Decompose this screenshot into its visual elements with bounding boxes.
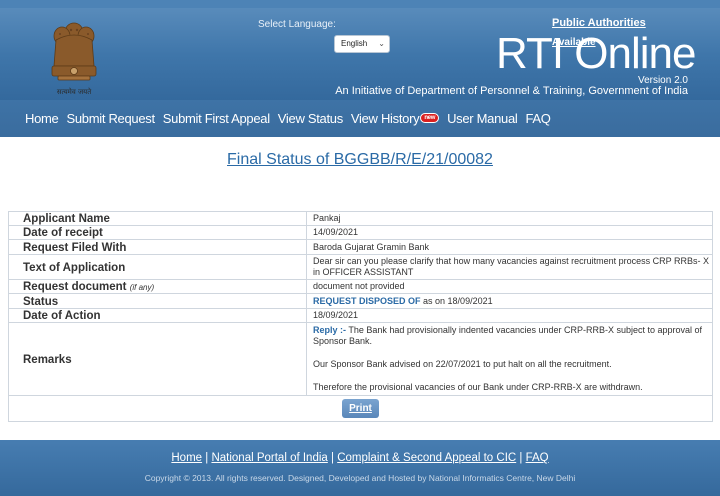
print-button[interactable]: Print (342, 399, 379, 418)
nav-user-manual[interactable]: User Manual (447, 111, 518, 126)
remarks-label: Remarks (8, 322, 307, 396)
date-of-receipt-label: Date of receipt (8, 225, 307, 240)
request-details-table: Applicant Name Pankaj Date of receipt 14… (8, 211, 713, 396)
footer-link-home[interactable]: Home (171, 452, 202, 464)
nav-view-status[interactable]: View Status (278, 111, 343, 126)
language-selected-value: English (341, 39, 368, 48)
status-date-text: as on 18/09/2021 (420, 295, 493, 306)
chevron-down-icon: ⌄ (378, 39, 385, 48)
nav-submit-first-appeal[interactable]: Submit First Appeal (163, 111, 270, 126)
remarks-value: Reply :- The Bank had provisionally inde… (306, 322, 713, 396)
table-row: Status REQUEST DISPOSED OF as on 18/09/2… (8, 293, 713, 309)
select-language-label: Select Language: (258, 19, 336, 30)
page: सत्यमेव जयते Select Language: English ⌄ … (0, 0, 720, 496)
table-row: Applicant Name Pankaj (8, 211, 713, 226)
remarks-paragraph: Reply :- The Bank had provisionally inde… (313, 325, 712, 347)
initiative-tagline: An Initiative of Department of Personnel… (335, 85, 688, 97)
nav-submit-request[interactable]: Submit Request (66, 111, 155, 126)
national-emblem-icon (51, 22, 97, 81)
available-link[interactable]: Available (552, 37, 596, 48)
footer-links: Home | National Portal of India | Compla… (171, 452, 549, 464)
footer-link-complaint-cic[interactable]: Complaint & Second Appeal to CIC (337, 452, 516, 464)
public-authorities-link[interactable]: Public Authorities (552, 17, 646, 29)
nav-view-history[interactable]: View History new (350, 111, 440, 126)
nav-view-history-label: View History (350, 111, 420, 126)
request-document-note: (if any) (129, 283, 155, 292)
table-row: Date of receipt 14/09/2021 (8, 225, 713, 240)
table-row: Request Filed With Baroda Gujarat Gramin… (8, 239, 713, 255)
text-of-application-label: Text of Application (8, 254, 307, 280)
table-row: Remarks Reply :- The Bank had provisiona… (8, 322, 713, 396)
copyright: Copyright © 2013. All rights reserved. D… (144, 473, 576, 483)
new-badge: new (420, 113, 440, 123)
header-stripe (0, 0, 720, 8)
reply-label: Reply :- (313, 325, 347, 335)
nav-faq[interactable]: FAQ (526, 111, 551, 126)
footer-link-national-portal[interactable]: National Portal of India (211, 452, 327, 464)
main-nav: Home Submit Request Submit First Appeal … (0, 100, 720, 137)
footer: Home | National Portal of India | Compla… (0, 440, 720, 496)
request-filed-with-value: Baroda Gujarat Gramin Bank (306, 239, 713, 255)
applicant-name-value: Pankaj (306, 211, 713, 226)
remarks-p1: The Bank had provisionally indented vaca… (313, 325, 703, 346)
status-value: REQUEST DISPOSED OF as on 18/09/2021 (306, 293, 713, 309)
request-document-label: Request document (if any) (8, 279, 307, 294)
table-row: Text of Application Dear sir can you ple… (8, 254, 713, 280)
remarks-p3: Therefore the provisional vacancies of o… (313, 382, 643, 392)
text-of-application-value: Dear sir can you please clarify that how… (306, 254, 713, 280)
language-select[interactable]: English ⌄ (334, 35, 390, 53)
status-disposed-text: REQUEST DISPOSED OF (313, 295, 421, 306)
page-title: Final Status of BGGBB/R/E/21/00082 (227, 151, 493, 168)
nav-home[interactable]: Home (25, 111, 59, 126)
date-of-receipt-value: 14/09/2021 (306, 225, 713, 240)
footer-link-faq[interactable]: FAQ (526, 452, 549, 464)
table-row: Request document (if any) document not p… (8, 279, 713, 294)
date-of-action-value: 18/09/2021 (306, 308, 713, 323)
emblem-caption: सत्यमेव जयते (56, 88, 92, 96)
request-document-label-text: Request document (23, 281, 127, 293)
remarks-p2: Our Sponsor Bank advised on 22/07/2021 t… (313, 359, 612, 369)
date-of-action-label: Date of Action (8, 308, 307, 323)
table-row: Date of Action 18/09/2021 (8, 308, 713, 323)
status-label: Status (8, 293, 307, 309)
header: सत्यमेव जयते Select Language: English ⌄ … (0, 0, 720, 100)
request-filed-with-label: Request Filed With (8, 239, 307, 255)
request-document-value: document not provided (306, 279, 713, 294)
applicant-name-label: Applicant Name (8, 211, 307, 226)
